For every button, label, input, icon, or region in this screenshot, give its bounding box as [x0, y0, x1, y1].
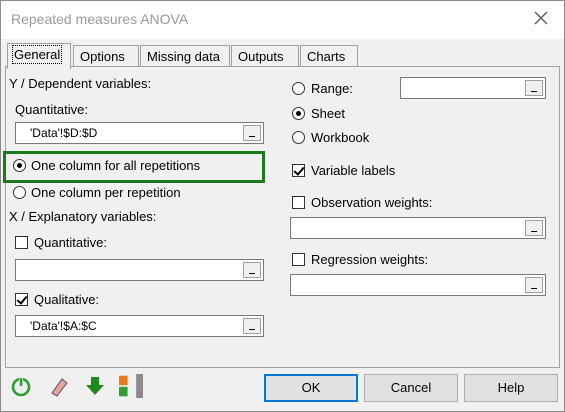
- window-title: Repeated measures ANOVA: [11, 11, 189, 27]
- range-select-button[interactable]: [525, 277, 543, 293]
- layout-toggle-icon[interactable]: [113, 374, 149, 398]
- dialog-window: Repeated measures ANOVA General Options …: [0, 0, 565, 412]
- tab-general[interactable]: General: [7, 43, 71, 69]
- range-label: Range:: [311, 81, 353, 96]
- x-quantitative-label: Quantitative:: [34, 235, 107, 250]
- range-field[interactable]: [400, 77, 546, 99]
- x-section-heading: X / Explanatory variables:: [9, 209, 157, 224]
- cancel-button[interactable]: Cancel: [364, 374, 458, 402]
- workbook-radio[interactable]: [292, 131, 305, 144]
- one-column-label: One column for all repetitions: [31, 158, 201, 173]
- range-select-button[interactable]: [525, 220, 543, 236]
- workbook-label: Workbook: [311, 130, 370, 145]
- range-radio[interactable]: [292, 82, 305, 95]
- title-bar: Repeated measures ANOVA: [1, 1, 564, 39]
- tab-options[interactable]: Options: [73, 45, 139, 67]
- sheet-radio[interactable]: [292, 107, 305, 120]
- range-select-button[interactable]: [525, 80, 543, 96]
- reset-icon[interactable]: [9, 374, 33, 398]
- range-select-button[interactable]: [243, 318, 261, 334]
- regression-weights-field[interactable]: [290, 274, 546, 296]
- range-select-button[interactable]: [243, 262, 261, 278]
- y-quantitative-field[interactable]: 'Data'!$D:$D: [15, 122, 264, 144]
- y-quantitative-value: 'Data'!$D:$D: [30, 126, 98, 140]
- x-qualitative-field[interactable]: 'Data'!$A:$C: [15, 315, 264, 337]
- x-qualitative-label: Qualitative:: [34, 292, 100, 307]
- per-repetition-radio[interactable]: [13, 186, 26, 199]
- ok-button[interactable]: OK: [264, 374, 358, 402]
- regression-weights-checkbox[interactable]: [292, 253, 305, 266]
- close-icon[interactable]: [532, 9, 550, 27]
- tab-missing-data[interactable]: Missing data: [140, 45, 230, 67]
- arrow-down-icon[interactable]: [83, 374, 107, 398]
- tab-general-label: General: [11, 45, 63, 64]
- tab-outputs-label: Outputs: [238, 49, 284, 64]
- tab-outputs[interactable]: Outputs: [231, 45, 299, 67]
- tab-missing-data-label: Missing data: [147, 49, 220, 64]
- variable-labels-checkbox[interactable]: [292, 164, 305, 177]
- tab-charts-label: Charts: [307, 49, 346, 64]
- x-qualitative-value: 'Data'!$A:$C: [30, 319, 97, 333]
- range-select-button[interactable]: [243, 125, 261, 141]
- x-quantitative-field[interactable]: [15, 259, 264, 281]
- observation-weights-checkbox[interactable]: [292, 196, 305, 209]
- per-repetition-label: One column per repetition: [31, 185, 181, 200]
- one-column-radio[interactable]: [13, 159, 26, 172]
- sheet-label: Sheet: [311, 106, 345, 121]
- x-quantitative-checkbox[interactable]: [15, 236, 28, 249]
- tab-charts[interactable]: Charts: [300, 45, 358, 67]
- variable-labels-label: Variable labels: [311, 163, 396, 178]
- eraser-icon[interactable]: [47, 374, 71, 398]
- y-section-heading: Y / Dependent variables:: [9, 76, 152, 91]
- help-button[interactable]: Help: [464, 374, 558, 402]
- y-quantitative-label: Quantitative:: [15, 102, 88, 117]
- tab-options-label: Options: [80, 49, 125, 64]
- observation-weights-field[interactable]: [290, 217, 546, 239]
- x-qualitative-checkbox[interactable]: [15, 293, 28, 306]
- regression-weights-label: Regression weights:: [311, 252, 429, 267]
- observation-weights-label: Observation weights:: [311, 195, 433, 210]
